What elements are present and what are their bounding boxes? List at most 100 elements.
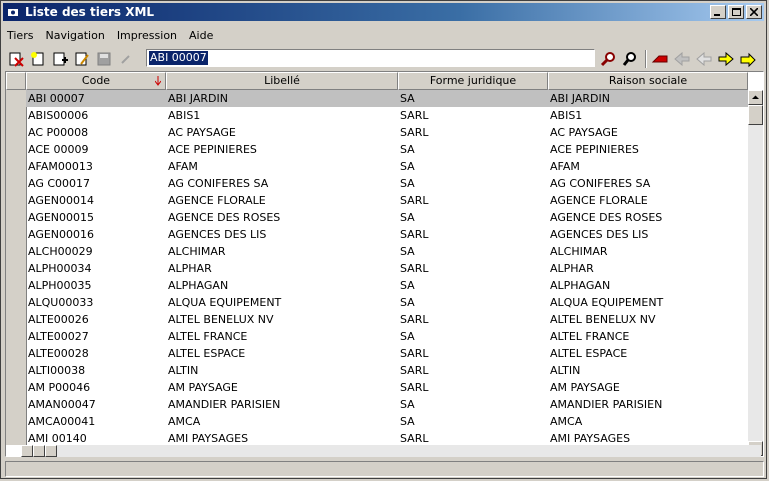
column-header-raison-sociale[interactable]: Raison sociale bbox=[548, 72, 748, 90]
previous-record-icon[interactable] bbox=[695, 50, 713, 68]
menu-aide[interactable]: Aide bbox=[187, 27, 215, 45]
table-row[interactable]: AM P00046 AM PAYSAGE SARL AM PAYSAGE bbox=[26, 379, 748, 396]
previous-page-icon[interactable] bbox=[673, 50, 691, 68]
table-row[interactable]: AMAN00047 AMANDIER PARISIEN SA AMANDIER PAR… bbox=[26, 396, 748, 413]
table-row[interactable]: AC P00008 AC PAYSAGE SARL AC PAYSAGE bbox=[26, 124, 748, 141]
app-icon bbox=[8, 9, 18, 16]
table-row[interactable]: AGEN00014 AGENCE FLORALE SARL AGENCE FLORAL… bbox=[26, 192, 748, 209]
minimize-button[interactable] bbox=[710, 5, 726, 19]
table-row[interactable]: ALCH00029 ALCHIMAR SA ALCHIMAR bbox=[26, 243, 748, 260]
cell-forme: SA bbox=[400, 398, 415, 411]
cell-code: ALCH00029 bbox=[28, 245, 93, 258]
cell-code: AC P00008 bbox=[28, 126, 89, 139]
cell-raison: AM PAYSAGE bbox=[550, 381, 620, 394]
title-bar[interactable]: Liste des tiers XML bbox=[3, 3, 764, 21]
cell-code: ABI 00007 bbox=[28, 92, 85, 105]
menu-tiers[interactable]: Tiers bbox=[5, 27, 35, 45]
new-icon[interactable] bbox=[29, 50, 47, 68]
cell-libelle: AFAM bbox=[168, 160, 198, 173]
table-row[interactable]: AGEN00015 AGENCE DES ROSES SA AGENCE DES RO… bbox=[26, 209, 748, 226]
table-row[interactable]: ALTE00028 ALTEL ESPACE SARL ALTEL ESPACE bbox=[26, 345, 748, 362]
scroll-left-thumb[interactable] bbox=[33, 445, 45, 457]
cell-forme: SA bbox=[400, 92, 415, 105]
cell-raison: ALTIN bbox=[550, 364, 581, 377]
cell-forme: SARL bbox=[400, 347, 429, 360]
save-icon[interactable] bbox=[95, 50, 113, 68]
cell-libelle: ALTEL FRANCE bbox=[168, 330, 248, 343]
search-input[interactable]: ABI 00007 bbox=[146, 49, 595, 67]
cell-code: ABIS00006 bbox=[28, 109, 89, 122]
status-bar bbox=[5, 461, 764, 477]
scroll-right-button[interactable] bbox=[45, 445, 57, 457]
column-label: Raison sociale bbox=[608, 74, 688, 87]
table-row[interactable]: ALQU00033 ALQUA EQUIPEMENT SA ALQUA EQUIPEM… bbox=[26, 294, 748, 311]
cell-raison: AG CONIFERES SA bbox=[550, 177, 651, 190]
table-row[interactable]: ACE 00009 ACE PEPINIERES SA ACE PEPINIERES bbox=[26, 141, 748, 158]
next-record-icon[interactable] bbox=[717, 50, 735, 68]
cell-libelle: AGENCE DES ROSES bbox=[168, 211, 281, 224]
cell-code: AGEN00015 bbox=[28, 211, 95, 224]
menu-navigation[interactable]: Navigation bbox=[43, 27, 106, 45]
cell-forme: SARL bbox=[400, 364, 429, 377]
horizontal-scrollbar[interactable] bbox=[21, 445, 761, 457]
sort-desc-icon bbox=[155, 76, 161, 86]
cell-code: ALTE00026 bbox=[28, 313, 89, 326]
undo-icon[interactable] bbox=[117, 50, 135, 68]
cell-raison: AGENCE DES ROSES bbox=[550, 211, 663, 224]
first-record-icon[interactable] bbox=[651, 50, 669, 68]
cell-code: ALTI00038 bbox=[28, 364, 86, 377]
last-record-icon[interactable] bbox=[739, 50, 757, 68]
delete-icon[interactable] bbox=[7, 50, 25, 68]
cell-raison: AFAM bbox=[550, 160, 580, 173]
table-row[interactable]: AG C00017 AG CONIFERES SA SA AG CONIFERES S… bbox=[26, 175, 748, 192]
app-window: Liste des tiers XML Tiers Navigation Imp… bbox=[0, 0, 767, 479]
row-selector-header[interactable] bbox=[6, 72, 26, 90]
cell-raison: AMCA bbox=[550, 415, 583, 428]
scroll-up-button[interactable] bbox=[748, 90, 763, 105]
cell-libelle: AMCA bbox=[168, 415, 201, 428]
table-row[interactable]: ALPH00034 ALPHAR SARL ALPHAR bbox=[26, 260, 748, 277]
cell-libelle: AG CONIFERES SA bbox=[168, 177, 269, 190]
cell-code: AMCA00041 bbox=[28, 415, 96, 428]
search-person-icon[interactable] bbox=[599, 50, 617, 68]
cell-code: AFAM00013 bbox=[28, 160, 93, 173]
cell-raison: ALPHAGAN bbox=[550, 279, 611, 292]
table-row[interactable]: AMCA00041 AMCA SA AMCA bbox=[26, 413, 748, 430]
cell-libelle: ALTEL BENELUX NV bbox=[168, 313, 274, 326]
cell-forme: SARL bbox=[400, 228, 429, 241]
cell-code: ALTE00028 bbox=[28, 347, 89, 360]
cell-raison: ACE PEPINIERES bbox=[550, 143, 639, 156]
column-header-libelle[interactable]: Libellé bbox=[166, 72, 398, 90]
cell-raison: ALTEL ESPACE bbox=[550, 347, 628, 360]
cell-forme: SARL bbox=[400, 313, 429, 326]
cell-libelle: AGENCE FLORALE bbox=[168, 194, 266, 207]
table-row[interactable]: ALPH00035 ALPHAGAN SA ALPHAGAN bbox=[26, 277, 748, 294]
column-label: Libellé bbox=[264, 74, 300, 87]
cell-code: AMAN00047 bbox=[28, 398, 96, 411]
cell-forme: SA bbox=[400, 415, 415, 428]
maximize-button[interactable] bbox=[728, 5, 744, 19]
cell-code: ALTE00027 bbox=[28, 330, 89, 343]
table-row[interactable]: AGEN00016 AGENCES DES LIS SARL AGENCES DES … bbox=[26, 226, 748, 243]
scroll-left-button[interactable] bbox=[21, 445, 33, 457]
cell-raison: ALQUA EQUIPEMENT bbox=[550, 296, 664, 309]
scroll-thumb[interactable] bbox=[748, 105, 763, 125]
close-button[interactable] bbox=[746, 5, 762, 19]
vertical-scrollbar[interactable] bbox=[748, 90, 763, 456]
cell-libelle: ALTEL ESPACE bbox=[168, 347, 246, 360]
table-row[interactable]: ALTE00026 ALTEL BENELUX NV SARL ALTEL BENEL… bbox=[26, 311, 748, 328]
menu-impression[interactable]: Impression bbox=[115, 27, 179, 45]
column-header-forme-juridique[interactable]: Forme juridique bbox=[398, 72, 548, 90]
column-header-code[interactable]: Code bbox=[26, 72, 166, 90]
cell-forme: SA bbox=[400, 177, 415, 190]
table-row[interactable]: ABIS00006 ABIS1 SARL ABIS1 bbox=[26, 107, 748, 124]
table-row[interactable]: AFAM00013 AFAM SA AFAM bbox=[26, 158, 748, 175]
add-icon[interactable] bbox=[51, 50, 69, 68]
table-row[interactable]: ALTI00038 ALTIN SARL ALTIN bbox=[26, 362, 748, 379]
cell-code: AGEN00014 bbox=[28, 194, 95, 207]
edit-icon[interactable] bbox=[73, 50, 91, 68]
cell-code: ACE 00009 bbox=[28, 143, 89, 156]
search-icon[interactable] bbox=[621, 50, 639, 68]
table-row[interactable]: ALTE00027 ALTEL FRANCE SA ALTEL FRANCE bbox=[26, 328, 748, 345]
table-row[interactable]: ABI 00007 ABI JARDIN SA ABI JARDIN bbox=[26, 90, 748, 107]
